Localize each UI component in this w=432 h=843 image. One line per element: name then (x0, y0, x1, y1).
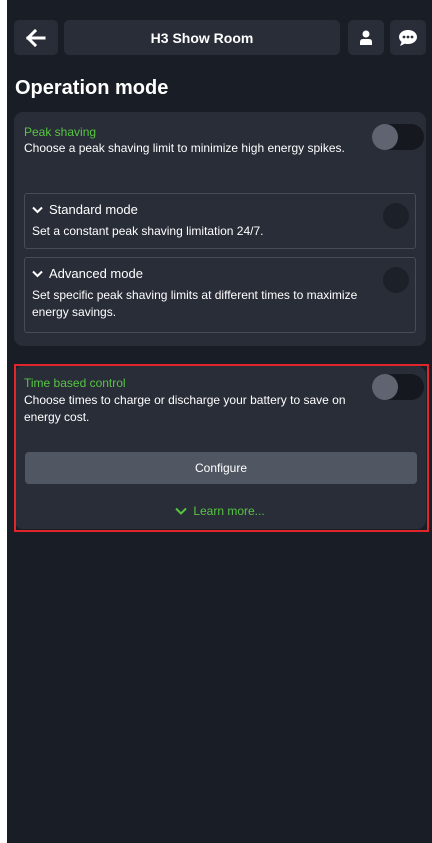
top-bar: H3 Show Room (7, 20, 432, 55)
learn-more-label: Learn more... (193, 504, 265, 518)
app-screen: H3 Show Room Operation mode Peak shaving… (7, 0, 432, 843)
page-title: Operation mode (15, 77, 169, 99)
advanced-mode-option[interactable]: Advanced mode Set specific peak shaving … (24, 257, 416, 333)
peak-shaving-card: Peak shaving Choose a peak shaving limit… (14, 112, 426, 346)
peak-shaving-toggle[interactable] (372, 124, 424, 150)
standard-mode-radio[interactable] (383, 203, 409, 229)
standard-mode-option[interactable]: Standard mode Set a constant peak shavin… (24, 193, 416, 249)
standard-mode-title: Standard mode (49, 202, 138, 217)
time-based-control-toggle[interactable] (372, 374, 424, 400)
site-title-button[interactable]: H3 Show Room (64, 20, 340, 55)
configure-label: Configure (194, 461, 248, 475)
advanced-mode-header[interactable]: Advanced mode (32, 266, 143, 281)
peak-shaving-label: Peak shaving (24, 125, 97, 139)
toggle-knob (372, 374, 398, 400)
chat-bubble-icon (399, 29, 417, 46)
advanced-mode-title: Advanced mode (49, 266, 143, 281)
advanced-mode-radio[interactable] (383, 267, 409, 293)
chevron-down-icon (32, 206, 43, 213)
standard-mode-header[interactable]: Standard mode (32, 202, 138, 217)
configure-button[interactable]: Configure (25, 452, 417, 484)
time-based-control-label: Time based control (24, 376, 126, 390)
time-based-control-description: Choose times to charge or discharge your… (24, 393, 346, 424)
user-icon (360, 30, 372, 45)
chevron-down-icon (32, 270, 43, 277)
learn-more-link[interactable]: Learn more... (14, 504, 426, 518)
peak-shaving-description: Choose a peak shaving limit to minimize … (24, 141, 345, 155)
standard-mode-description: Set a constant peak shaving limitation 2… (32, 224, 264, 238)
chat-button[interactable] (390, 20, 426, 55)
advanced-mode-description: Set specific peak shaving limits at diff… (32, 288, 358, 319)
user-button[interactable] (348, 20, 384, 55)
back-button[interactable] (14, 20, 58, 55)
arrow-left-icon (26, 28, 46, 47)
site-title: H3 Show Room (150, 29, 254, 46)
chevron-down-icon (175, 507, 188, 515)
time-based-control-card: Time based control Choose times to charg… (14, 366, 426, 529)
toggle-knob (372, 124, 398, 150)
